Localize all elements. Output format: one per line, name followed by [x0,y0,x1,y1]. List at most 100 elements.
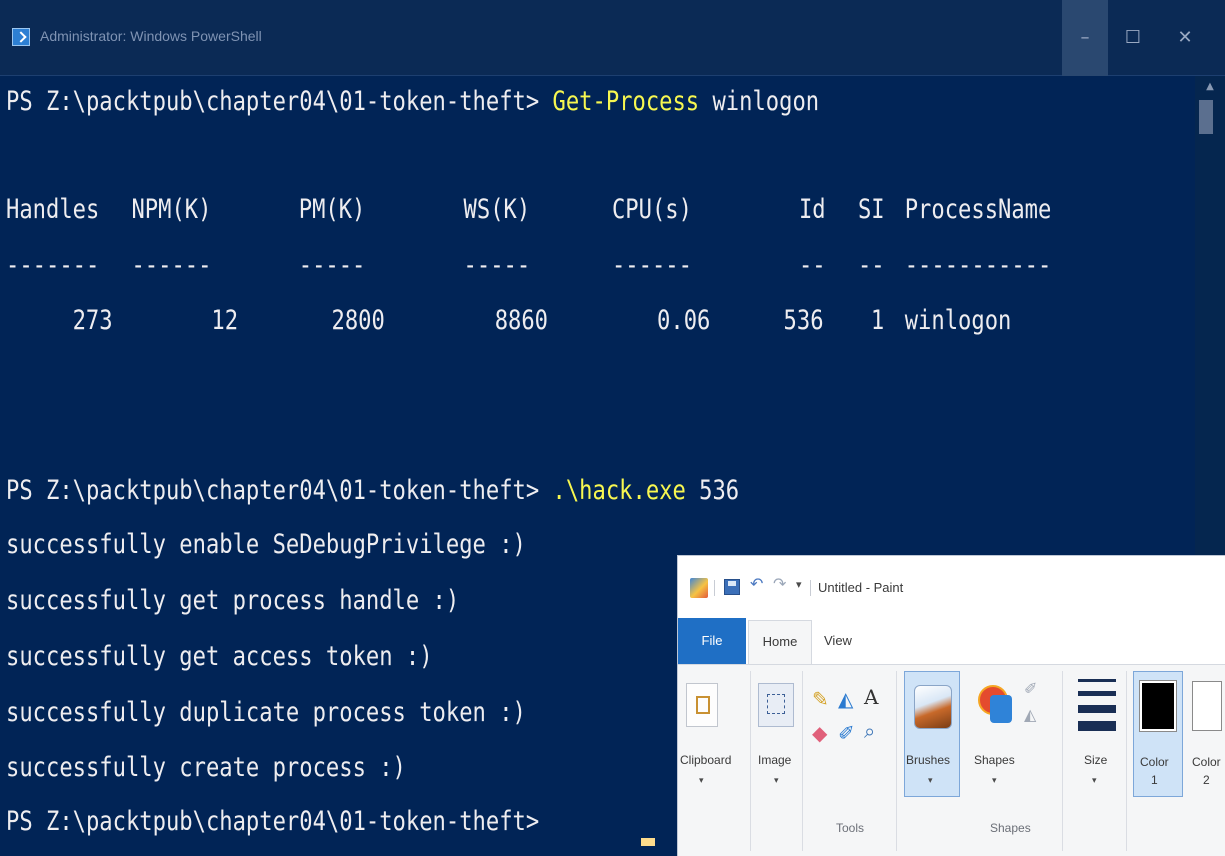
table-row: 273 12 2800 8860 0.06 536 1 winlogon [6,304,1154,338]
scroll-up-arrow-icon[interactable]: ▲ [1199,80,1221,94]
size-button[interactable]: Size [1084,753,1107,767]
console-line-command1: PS Z:\packtpub\chapter04\01-token-theft>… [6,85,819,119]
shape-fill-icon[interactable]: ◭ [1024,705,1036,725]
group-label-shapes: Shapes [990,821,1031,835]
size-line [1078,705,1116,713]
group-divider [1062,671,1063,851]
size-line [1078,679,1116,682]
table-cell-processname: winlogon [904,305,1012,336]
paint-titlebar[interactable]: ↶ ↷ ▾ Untitled - Paint [678,556,1225,618]
output-line: successfully duplicate process token :) [6,697,526,728]
column-header: SI [857,194,885,225]
separator-cell: ----- [463,250,531,281]
console-line-prompt[interactable]: PS Z:\packtpub\chapter04\01-token-theft> [6,805,553,839]
size-icon[interactable] [1078,679,1116,731]
color1-label[interactable]: Color 1 [1140,753,1169,789]
separator-cell: ----- [298,250,366,281]
table-cell-si: 1 [870,305,885,336]
powershell-app-icon [12,28,30,46]
paint-window-title: Untitled - Paint [818,580,904,595]
shapes-icon[interactable] [976,681,1020,727]
group-divider [896,671,897,851]
fill-bucket-icon[interactable]: ◭ [838,687,853,712]
prompt-text: PS Z:\packtpub\chapter04\01-token-theft> [6,86,553,117]
table-cell-npm: 12 [211,305,239,336]
separator-cell: ------ [131,250,212,281]
chevron-down-icon[interactable]: ▾ [928,775,933,786]
image-select-icon[interactable] [758,683,794,727]
separator-cell: ------- [6,250,100,281]
group-divider [1126,671,1127,851]
eraser-icon[interactable]: ◆ [812,721,827,746]
redo-icon[interactable]: ↷ [773,574,786,594]
brushes-label[interactable]: Brushes [906,753,950,767]
table-cell-pm: 2800 [331,305,385,336]
column-header: PM(K) [298,194,366,225]
maximize-button[interactable]: ☐ [1110,0,1156,76]
output-line: successfully create process :) [6,752,406,783]
chevron-down-icon[interactable]: ▾ [699,775,704,786]
separator-cell: -- [857,250,885,281]
ribbon-tabs: File Home View [678,618,1225,664]
output-line: successfully get access token :) [6,641,433,672]
scrollbar-thumb[interactable] [1199,100,1213,134]
separator-cell: -- [798,250,826,281]
magnifier-icon[interactable]: ⌕ [864,721,875,744]
column-header: WS(K) [463,194,531,225]
table-cell-cpu: 0.06 [657,305,711,336]
table-separator-row: ------- ------ ----- ----- ------ -- -- … [6,249,1154,283]
tab-file[interactable]: File [678,618,746,664]
divider [810,580,811,596]
group-divider [750,671,751,851]
undo-icon[interactable]: ↶ [750,574,763,594]
minimize-button[interactable]: – [1062,0,1108,76]
tab-view[interactable]: View [824,618,852,664]
image-button[interactable]: Image [758,753,791,767]
chevron-down-icon[interactable]: ▾ [774,775,779,786]
paint-window: ↶ ↷ ▾ Untitled - Paint File Home View Cl… [677,555,1225,856]
close-button[interactable]: ✕ [1162,0,1208,76]
separator-cell: ----------- [904,250,1052,281]
table-cell-id: 536 [783,305,824,336]
color-picker-icon[interactable]: ✐ [838,721,855,746]
column-header: ProcessName [904,194,1052,225]
tab-home[interactable]: Home [748,620,812,664]
group-divider [802,671,803,851]
chevron-down-icon[interactable]: ▾ [1092,775,1097,786]
clipboard-icon[interactable] [686,683,718,727]
powershell-titlebar[interactable]: Administrator: Windows PowerShell – ☐ ✕ [0,0,1225,76]
group-label-tools: Tools [836,821,865,835]
table-cell-handles: 273 [72,305,113,336]
paint-app-icon[interactable] [690,578,708,598]
console-line-command2: PS Z:\packtpub\chapter04\01-token-theft>… [6,474,739,508]
output-line: successfully get process handle :) [6,585,460,616]
column-header: Id [798,194,826,225]
size-line [1078,721,1116,731]
customize-quick-access-icon[interactable]: ▾ [796,578,802,591]
divider [714,580,715,596]
size-line [1078,691,1116,696]
ribbon-home-panel: Clipboard ▾ Image ▾ ✎ ◭ A ◆ ✐ ⌕ Tools Br… [678,664,1225,856]
clipboard-button[interactable]: Clipboard [680,753,731,767]
command-name: .\hack.exe [552,475,686,506]
command-args: 536 [685,475,740,506]
save-icon[interactable] [724,579,740,595]
column-header: CPU(s) [611,194,692,225]
brushes-icon[interactable] [914,685,952,729]
color2-swatch[interactable] [1192,681,1222,731]
column-header: Handles [6,194,100,225]
text-cursor [641,838,655,846]
text-tool-icon[interactable]: A [864,685,878,709]
prompt-text: PS Z:\packtpub\chapter04\01-token-theft> [6,806,553,837]
prompt-text: PS Z:\packtpub\chapter04\01-token-theft> [6,475,553,506]
color2-label[interactable]: Color 2 [1192,753,1221,789]
shape-outline-icon[interactable]: ✐ [1024,679,1037,699]
window-title: Administrator: Windows PowerShell [40,28,262,44]
color1-swatch[interactable] [1139,680,1177,732]
shapes-button[interactable]: Shapes [974,753,1015,767]
chevron-down-icon[interactable]: ▾ [992,775,997,786]
separator-cell: ------ [611,250,692,281]
command-name: Get-Process [552,86,700,117]
command-args: winlogon [699,86,820,117]
pencil-icon[interactable]: ✎ [812,687,829,712]
